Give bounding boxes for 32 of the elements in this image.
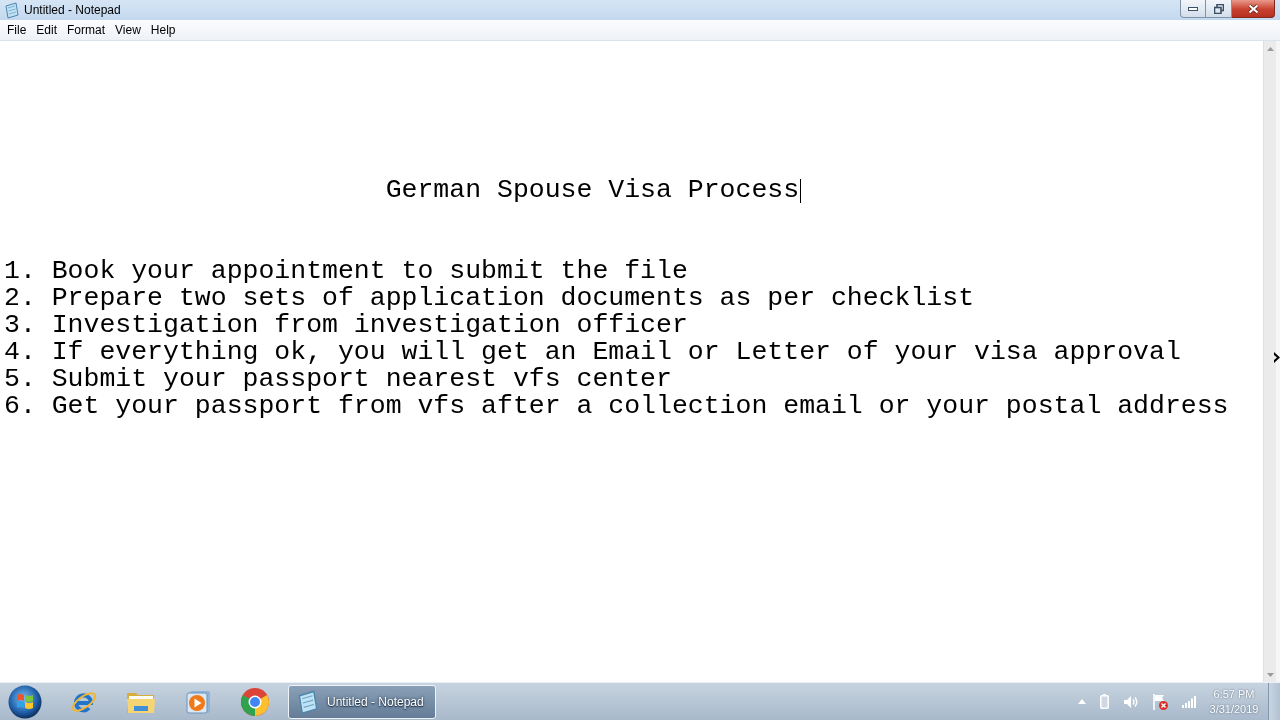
- speaker-icon[interactable]: [1123, 694, 1138, 709]
- window-title: Untitled - Notepad: [24, 3, 122, 17]
- signal-bars-icon[interactable]: [1182, 695, 1196, 708]
- text-line: 1. Book your appointment to submit the file: [4, 258, 688, 285]
- battery-icon[interactable]: [1100, 694, 1109, 709]
- menu-item[interactable]: Edit: [31, 22, 63, 38]
- text-line: 2. Prepare two sets of application documents as per checklist: [4, 285, 975, 312]
- start-orb-icon[interactable]: [8, 684, 42, 719]
- minimize-icon: [1188, 6, 1198, 11]
- minimize-button[interactable]: [1180, 0, 1206, 18]
- menu-item[interactable]: Help: [145, 22, 181, 38]
- close-icon: [1247, 3, 1259, 14]
- segmented-circle-icon[interactable]: [240, 686, 270, 717]
- flag-error-icon[interactable]: [1152, 693, 1168, 710]
- heading-text: German Spouse Visa Process: [385, 177, 800, 204]
- text-line: 3. Investigation from investigation officer: [4, 312, 688, 339]
- notepad-icon: [3, 1, 19, 19]
- vertical-scrollbar[interactable]: [1263, 41, 1280, 682]
- restore-icon: [1213, 3, 1224, 14]
- up-arrow-icon[interactable]: [1078, 699, 1086, 704]
- menu-item[interactable]: Format: [62, 22, 111, 38]
- show-desktop-button[interactable]: [1268, 683, 1280, 720]
- close-button[interactable]: [1232, 0, 1275, 18]
- scroll-up-icon[interactable]: [1266, 47, 1274, 51]
- text-line: 4. If everything ok, you will get an Email or Letter of your visa approval: [4, 339, 1181, 366]
- text-line: 6. Get your passport from vfs after a collection email or your postal address: [4, 393, 1229, 420]
- menu-item[interactable]: View: [110, 22, 146, 38]
- scroll-down-icon[interactable]: [1266, 673, 1274, 677]
- text-line: 5. Submit your passport nearest vfs center: [4, 366, 672, 393]
- mouse-pointer-icon: [1274, 352, 1280, 363]
- menu-item[interactable]: File: [2, 22, 32, 38]
- restore-button[interactable]: [1206, 0, 1232, 18]
